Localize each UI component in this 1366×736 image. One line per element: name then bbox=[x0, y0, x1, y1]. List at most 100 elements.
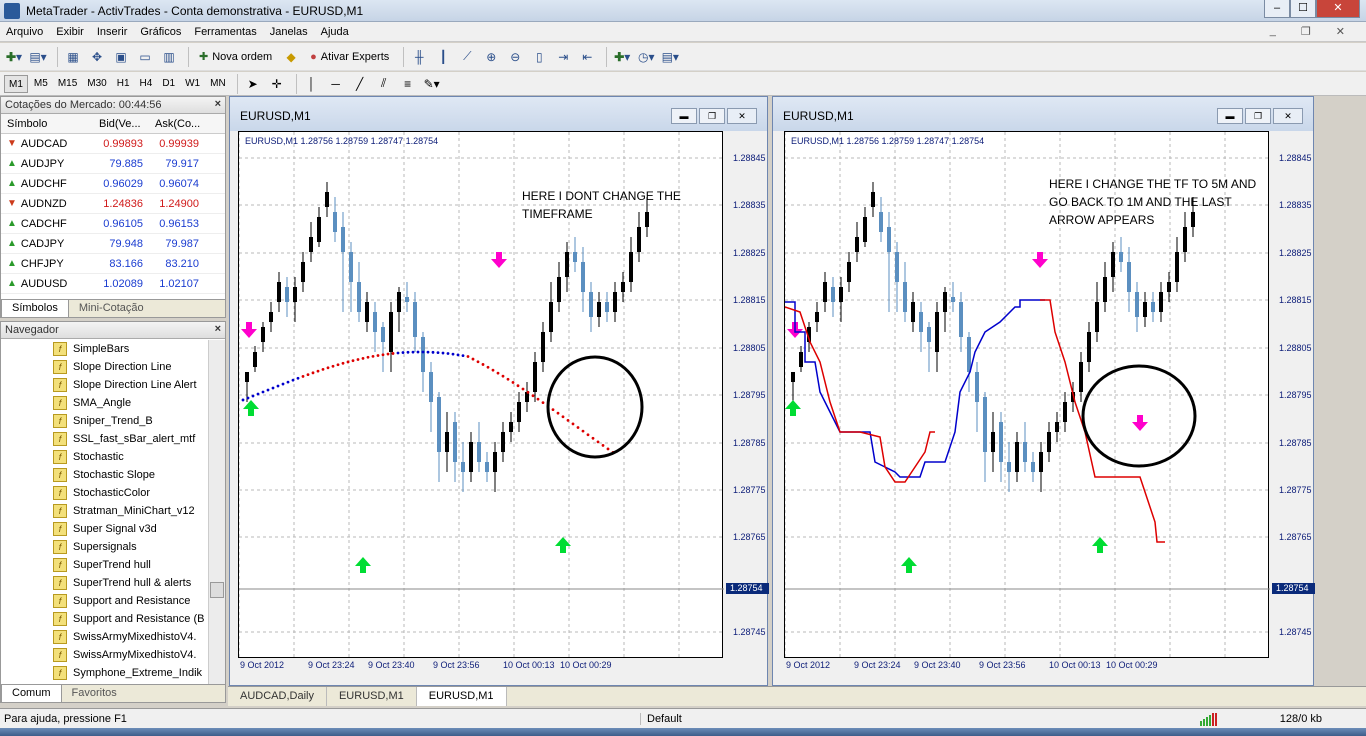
market-watch-row[interactable]: ▼ AUDCAD 0.99893 0.99939 bbox=[1, 134, 225, 154]
close-icon[interactable]: × bbox=[215, 98, 221, 110]
chart-minimize-button[interactable]: ▬ bbox=[671, 108, 697, 124]
chart-window-1[interactable]: EURUSD,M1 ▬ ❐ ✕ EURUSD,M1 1.28756 1.2875… bbox=[229, 96, 769, 686]
chart-minimize-button[interactable]: ▬ bbox=[1217, 108, 1243, 124]
zoom-out-icon[interactable]: ⊖ bbox=[505, 47, 525, 67]
chart-shift-icon[interactable]: ⇤ bbox=[577, 47, 597, 67]
navigator-item[interactable]: f SwissArmyMixedhistoV4. bbox=[1, 628, 208, 646]
tf-d1[interactable]: D1 bbox=[158, 75, 179, 93]
tf-h4[interactable]: H4 bbox=[136, 75, 157, 93]
chart-tab[interactable]: EURUSD,M1 bbox=[327, 687, 417, 706]
chart-window-2[interactable]: EURUSD,M1 ▬ ❐ ✕ EURUSD,M1 1.28756 1.2875… bbox=[772, 96, 1315, 686]
market-watch-icon[interactable]: ▦ bbox=[63, 47, 83, 67]
chart-close-button[interactable]: ✕ bbox=[727, 108, 757, 124]
mdi-restore-button[interactable]: ❐ bbox=[1301, 25, 1311, 38]
navigator-item[interactable]: f Super Signal v3d bbox=[1, 520, 208, 538]
horizontal-line-icon[interactable]: ─ bbox=[326, 74, 346, 94]
navigator-item[interactable]: f SMA_Angle bbox=[1, 394, 208, 412]
maximize-button[interactable]: ☐ bbox=[1290, 0, 1316, 18]
navigator-item[interactable]: f Symphone_Extreme_Indik bbox=[1, 664, 208, 682]
line-chart-icon[interactable]: ⟋ bbox=[457, 47, 477, 67]
navigator-icon[interactable]: ▣ bbox=[111, 47, 131, 67]
chart-close-button[interactable]: ✕ bbox=[1273, 108, 1303, 124]
new-order-button[interactable]: ✚ Nova ordem bbox=[194, 47, 277, 67]
tf-m15[interactable]: M15 bbox=[54, 75, 81, 93]
terminal-icon[interactable]: ▭ bbox=[135, 47, 155, 67]
menu-janelas[interactable]: Janelas bbox=[270, 26, 308, 38]
market-watch-row[interactable]: ▲ AUDJPY 79.885 79.917 bbox=[1, 154, 225, 174]
navigator-item[interactable]: f Support and Resistance (B bbox=[1, 610, 208, 628]
navigator-item[interactable]: f Slope Direction Line Alert bbox=[1, 376, 208, 394]
tf-m30[interactable]: M30 bbox=[83, 75, 110, 93]
trendline-icon[interactable]: ╱ bbox=[350, 74, 370, 94]
chart-restore-button[interactable]: ❐ bbox=[1245, 108, 1271, 124]
new-chart-icon[interactable]: ✚ ▾ bbox=[4, 47, 24, 67]
close-icon[interactable]: × bbox=[215, 323, 221, 335]
experts-button[interactable]: ● Ativar Experts bbox=[305, 47, 394, 67]
fibonacci-icon[interactable]: ≡ bbox=[398, 74, 418, 94]
tab-favorites[interactable]: Favoritos bbox=[62, 685, 127, 702]
chart-tab[interactable]: EURUSD,M1 bbox=[416, 687, 507, 706]
col-ask[interactable]: Ask(Co... bbox=[149, 118, 205, 130]
candle-chart-icon[interactable]: ┃ bbox=[433, 47, 453, 67]
scroll-thumb[interactable] bbox=[210, 582, 224, 598]
navigator-item[interactable]: f SwissArmyMixedhistoV4. bbox=[1, 646, 208, 664]
tab-symbols[interactable]: Símbolos bbox=[1, 300, 69, 317]
menu-ferramentas[interactable]: Ferramentas bbox=[194, 26, 256, 38]
templates-icon[interactable]: ▤▾ bbox=[660, 47, 680, 67]
navigator-item[interactable]: f Sniper_Trend_B bbox=[1, 412, 208, 430]
menu-inserir[interactable]: Inserir bbox=[97, 26, 128, 38]
market-watch-row[interactable]: ▲ AUDCHF 0.96029 0.96074 bbox=[1, 174, 225, 194]
zoom-in-icon[interactable]: ⊕ bbox=[481, 47, 501, 67]
market-watch-row[interactable]: ▲ CADCHF 0.96105 0.96153 bbox=[1, 214, 225, 234]
chart-restore-button[interactable]: ❐ bbox=[699, 108, 725, 124]
tab-mini-quote[interactable]: Mini-Cotação bbox=[69, 300, 154, 317]
navigator-item[interactable]: f Slope Direction Line bbox=[1, 358, 208, 376]
close-button[interactable]: ✕ bbox=[1316, 0, 1360, 18]
navigator-item[interactable]: f SSL_fast_sBar_alert_mtf bbox=[1, 430, 208, 448]
chart-plot-2[interactable]: EURUSD,M1 1.28756 1.28759 1.28747 1.2875… bbox=[784, 131, 1270, 659]
menu-ajuda[interactable]: Ajuda bbox=[321, 26, 349, 38]
market-watch-row[interactable]: ▼ AUDNZD 1.24836 1.24900 bbox=[1, 194, 225, 214]
market-watch-row[interactable]: ▲ AUDUSD 1.02089 1.02107 bbox=[1, 274, 225, 294]
minimize-button[interactable]: – bbox=[1264, 0, 1290, 18]
col-symbol[interactable]: Símbolo bbox=[1, 118, 93, 130]
metaeditor-icon[interactable]: ◆ bbox=[281, 47, 301, 67]
tester-icon[interactable]: ▥ bbox=[159, 47, 179, 67]
tf-m1[interactable]: M1 bbox=[4, 74, 28, 93]
cursor-icon[interactable]: ➤ bbox=[243, 74, 263, 94]
bar-chart-icon[interactable]: ╫ bbox=[409, 47, 429, 67]
navigator-item[interactable]: f Supersignals bbox=[1, 538, 208, 556]
navigator-item[interactable]: f SuperTrend hull bbox=[1, 556, 208, 574]
autoscroll-icon[interactable]: ⇥ bbox=[553, 47, 573, 67]
periods-icon[interactable]: ◷▾ bbox=[636, 47, 656, 67]
menu-exibir[interactable]: Exibir bbox=[56, 26, 84, 38]
menu-arquivo[interactable]: Arquivo bbox=[6, 26, 43, 38]
profiles-icon[interactable]: ▤▾ bbox=[28, 47, 48, 67]
navigator-item[interactable]: f Stratman_MiniChart_v12 bbox=[1, 502, 208, 520]
vertical-line-icon[interactable]: │ bbox=[302, 74, 322, 94]
tf-mn[interactable]: MN bbox=[206, 75, 230, 93]
navigator-scrollbar[interactable] bbox=[208, 340, 225, 685]
navigator-item[interactable]: f Support and Resistance bbox=[1, 592, 208, 610]
navigator-item[interactable]: f SimpleBars bbox=[1, 340, 208, 358]
menu-graficos[interactable]: Gráficos bbox=[140, 26, 181, 38]
chart-tab[interactable]: AUDCAD,Daily bbox=[228, 687, 327, 706]
channel-icon[interactable]: ⫽ bbox=[374, 74, 394, 94]
market-watch-row[interactable]: ▲ CHFJPY 83.166 83.210 bbox=[1, 254, 225, 274]
data-window-icon[interactable]: ✥ bbox=[87, 47, 107, 67]
mdi-minimize-button[interactable]: _ bbox=[1270, 25, 1276, 38]
tf-w1[interactable]: W1 bbox=[181, 75, 204, 93]
indicators-icon[interactable]: ✚ ▾ bbox=[612, 47, 632, 67]
tf-h1[interactable]: H1 bbox=[113, 75, 134, 93]
market-watch-row[interactable]: ▲ CADJPY 79.948 79.987 bbox=[1, 234, 225, 254]
navigator-item[interactable]: f Stochastic bbox=[1, 448, 208, 466]
tf-m5[interactable]: M5 bbox=[30, 75, 52, 93]
navigator-item[interactable]: f StochasticColor bbox=[1, 484, 208, 502]
col-bid[interactable]: Bid(Ve... bbox=[93, 118, 149, 130]
crosshair-icon[interactable]: ✛ bbox=[267, 74, 287, 94]
shapes-icon[interactable]: ✎▾ bbox=[422, 74, 442, 94]
mdi-close-button[interactable]: ✕ bbox=[1336, 25, 1345, 38]
navigator-item[interactable]: f SuperTrend hull & alerts bbox=[1, 574, 208, 592]
navigator-item[interactable]: f Stochastic Slope bbox=[1, 466, 208, 484]
tab-common[interactable]: Comum bbox=[1, 685, 62, 702]
